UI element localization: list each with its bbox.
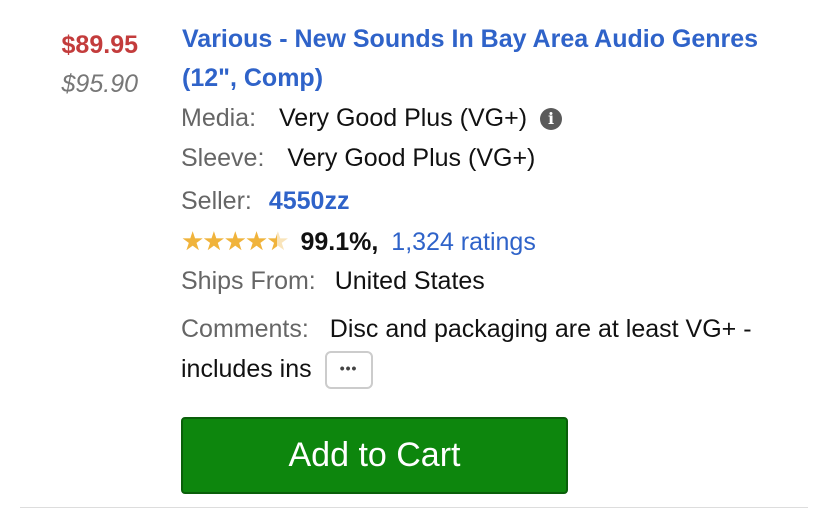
ships-from-label: Ships From:: [181, 267, 316, 295]
seller-row: Seller: 4550zz: [181, 184, 349, 218]
star-rating: ★★★★★ ★★★★★: [181, 224, 290, 258]
price-column: $89.95 $95.90: [0, 28, 138, 101]
rating-percent: 99.1%,: [300, 228, 379, 256]
listing-price: $89.95: [61, 31, 138, 59]
comments-section: Comments: Disc and packaging are at leas…: [181, 309, 801, 390]
seller-rating-row: ★★★★★ ★★★★★ 99.1%, 1,324 ratings: [181, 224, 536, 259]
info-icon[interactable]: i: [539, 108, 562, 130]
ships-from-value: United States: [334, 267, 485, 295]
media-condition-row: Media: Very Good Plus (VG+) i: [181, 101, 562, 135]
star-rating-filled-icons: ★★★★★: [181, 226, 277, 256]
comments-label: Comments:: [181, 315, 309, 343]
release-title-link[interactable]: Various - New Sounds In Bay Area Audio G…: [182, 20, 782, 98]
media-condition-value: Very Good Plus (VG+): [279, 104, 528, 132]
seller-label: Seller:: [181, 187, 252, 215]
ratings-count-link[interactable]: 1,324 ratings: [391, 228, 536, 256]
sleeve-label: Sleeve:: [181, 144, 265, 172]
seller-name-link[interactable]: 4550zz: [269, 187, 350, 215]
original-price: $95.90: [61, 70, 138, 98]
sleeve-condition-value: Very Good Plus (VG+): [287, 144, 536, 172]
add-to-cart-button[interactable]: Add to Cart: [181, 417, 568, 494]
sleeve-condition-row: Sleeve: Very Good Plus (VG+): [181, 141, 535, 175]
media-label: Media:: [181, 104, 257, 132]
divider: [20, 507, 808, 508]
ships-from-row: Ships From: United States: [181, 264, 485, 298]
expand-comments-button[interactable]: •••: [324, 351, 373, 390]
